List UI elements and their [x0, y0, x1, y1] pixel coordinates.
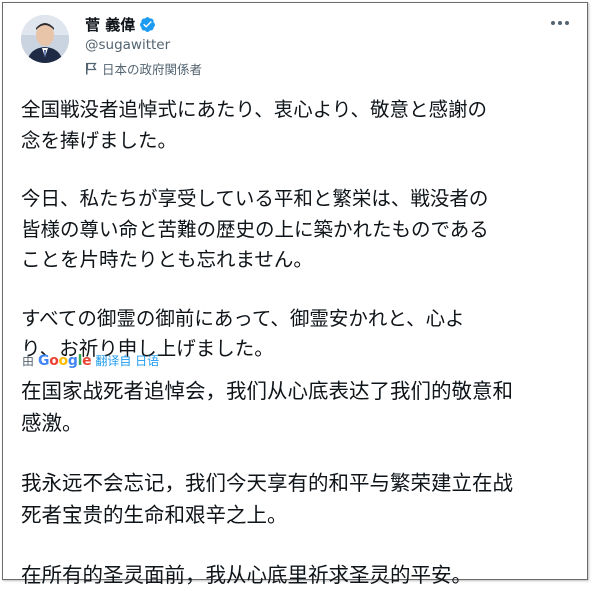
tweet-paragraph: 全国戦没者追悼式にあたり、衷心より、敬意と感謝の 念を捧げました。 [21, 98, 488, 152]
google-logo: Google [38, 352, 92, 369]
tweet-paragraph: 今日、私たちが享受している平和と繁栄は、戦没者の 皆様の尊い命と苦難の歴史の上に… [21, 187, 489, 271]
author-name-row: 菅 義偉 [85, 14, 156, 35]
translate-attribution: 由 Google 翻译自 日语 [22, 352, 159, 369]
avatar-image [21, 15, 69, 63]
author-name[interactable]: 菅 義偉 [85, 14, 135, 35]
tweet-card: 菅 義偉 @sugawitter 日本の政府関係者 全国戦没者追悼式にあたり、衷… [2, 2, 588, 587]
translation-paragraph: 在国家战死者追悼会，我们从心底表达了我们的敬意和 感激。 [21, 379, 513, 435]
government-label-text: 日本の政府関係者 [102, 62, 203, 77]
more-options-icon [551, 21, 569, 25]
more-options-button[interactable] [549, 13, 571, 33]
translated-from-link[interactable]: 翻译自 日语 [95, 352, 159, 369]
translation-paragraph: 在所有的圣灵面前，我从心底里祈求圣灵的平安。 [21, 563, 472, 587]
avatar[interactable] [21, 15, 69, 63]
tweet-text: 全国戦没者追悼式にあたり、衷心より、敬意と感謝の 念を捧げました。 今日、私たち… [21, 95, 577, 365]
translate-by-label: 由 [22, 354, 35, 368]
author-handle[interactable]: @sugawitter [85, 37, 170, 53]
flag-icon [86, 62, 97, 75]
government-label: 日本の政府関係者 [85, 59, 202, 78]
translation-paragraph: 我永远不会忘记，我们今天享有的和平与繁荣建立在战 死者宝贵的生命和艰辛之上。 [21, 471, 513, 527]
verified-badge-icon [140, 17, 156, 32]
translated-text: 在国家战死者追悼会，我们从心底表达了我们的敬意和 感激。 我永远不会忘记，我们今… [21, 375, 577, 591]
